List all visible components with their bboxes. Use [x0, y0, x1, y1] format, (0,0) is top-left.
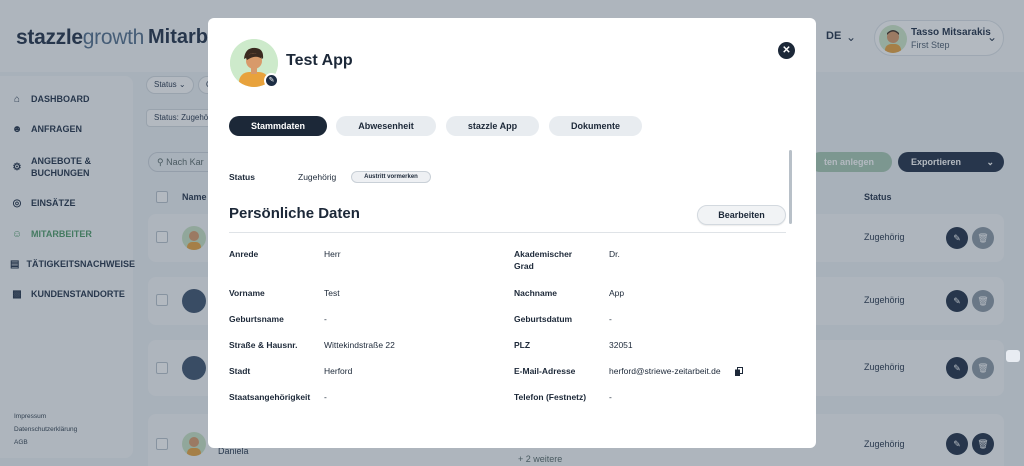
field-value-anrede: Herr	[324, 249, 341, 259]
field-value-vorname: Test	[324, 288, 340, 298]
label-line: Grad	[514, 261, 534, 271]
field-value-telefon: -	[609, 392, 612, 402]
tab-dokumente[interactable]: Dokumente	[549, 116, 642, 136]
tab-stazzle-app[interactable]: stazzle App	[446, 116, 539, 136]
field-label-email: E-Mail-Adresse	[514, 366, 576, 376]
tab-abwesenheit[interactable]: Abwesenheit	[336, 116, 436, 136]
bearbeiten-button[interactable]: Bearbeiten	[697, 205, 786, 225]
edit-avatar-icon[interactable]: ✎	[264, 73, 279, 88]
field-label-vorname: Vorname	[229, 288, 265, 298]
field-label-anrede: Anrede	[229, 249, 259, 259]
label-line: Akademischer	[514, 249, 573, 259]
field-value-nachname: App	[609, 288, 625, 298]
field-label-stadt: Stadt	[229, 366, 251, 376]
side-widget[interactable]	[1006, 350, 1020, 362]
field-label-akademischer-grad: Akademischer Grad	[514, 248, 572, 272]
status-value: Zugehörig	[298, 172, 337, 182]
modal-title: Test App	[286, 52, 353, 69]
field-label-geburtsdatum: Geburtsdatum	[514, 314, 573, 324]
field-label-plz: PLZ	[514, 340, 531, 350]
field-label-nachname: Nachname	[514, 288, 557, 298]
employee-modal: ✎ Test App ✕ Stammdaten Abwesenheit staz…	[208, 18, 816, 448]
close-icon[interactable]: ✕	[778, 42, 795, 59]
field-value-plz: 32051	[609, 340, 633, 350]
field-label-staatsangehoerigkeit: Staatsangehörigkeit	[229, 392, 311, 402]
section-title: Persönliche Daten	[229, 205, 360, 222]
tab-stammdaten[interactable]: Stammdaten	[229, 116, 327, 136]
field-value-staatsangehoerigkeit: -	[324, 392, 327, 402]
field-value-geburtsdatum: -	[609, 314, 612, 324]
austritt-vormerken-button[interactable]: Austritt vormerken	[351, 171, 431, 183]
scrollbar-thumb[interactable]	[789, 150, 792, 224]
field-value-akademischer-grad: Dr.	[609, 249, 620, 259]
field-label-telefon: Telefon (Festnetz)	[514, 392, 587, 402]
field-value-strasse: Wittekindstraße 22	[324, 340, 395, 350]
field-label-geburtsname: Geburtsname	[229, 314, 284, 324]
copy-icon[interactable]	[735, 367, 743, 376]
field-value-stadt: Herford	[324, 366, 353, 376]
field-value-email: herford@striewe-zeitarbeit.de	[609, 366, 721, 376]
status-label: Status	[229, 172, 255, 182]
divider	[229, 232, 786, 233]
field-value-geburtsname: -	[324, 314, 327, 324]
field-label-strasse: Straße & Hausnr.	[229, 340, 298, 350]
